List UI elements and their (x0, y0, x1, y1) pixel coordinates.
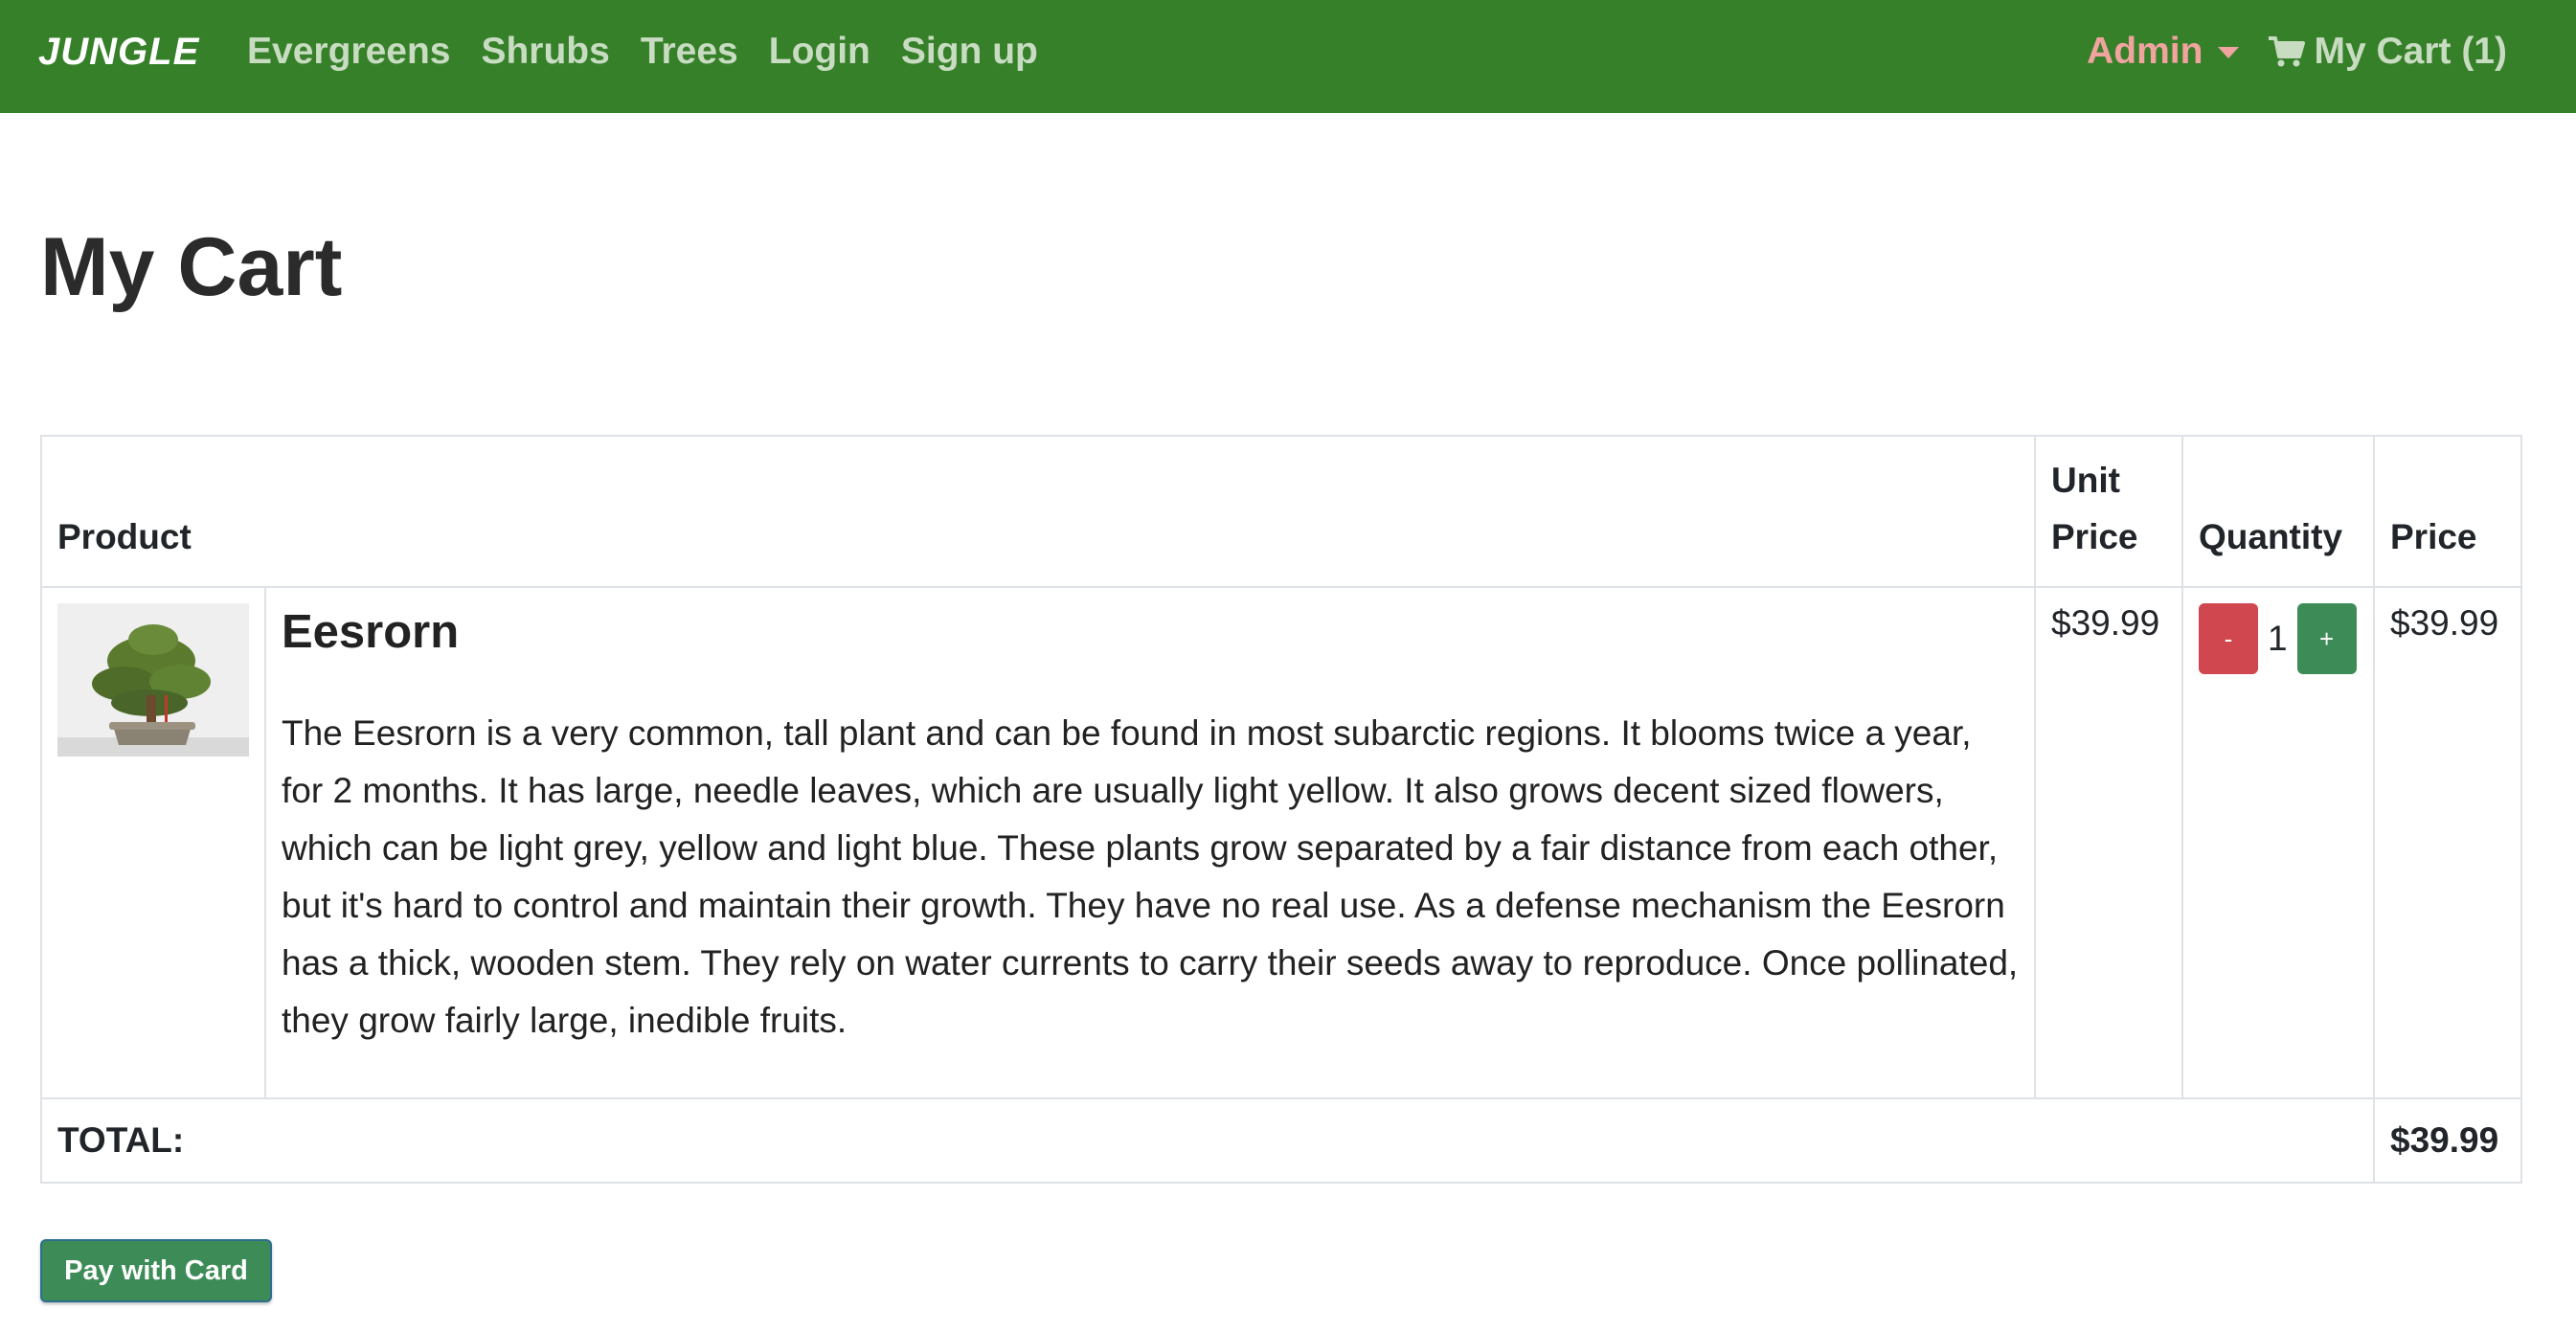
decrease-quantity-button[interactable]: - (2199, 603, 2258, 675)
nav-link-signup[interactable]: Sign up (901, 31, 1038, 73)
total-value: $39.99 (2373, 1097, 2522, 1185)
increase-quantity-button[interactable]: + (2296, 603, 2357, 675)
admin-dropdown[interactable]: Admin (2087, 31, 2240, 73)
header-quantity: Quantity (2181, 434, 2375, 589)
nav-right: Admin My Cart (1) (2087, 31, 2507, 73)
navbar: JUNGLE Evergreens Shrubs Trees Login Sig… (0, 0, 2576, 113)
my-cart-link[interactable]: My Cart (1) (2268, 31, 2507, 73)
product-description: The Eesrorn is a very common, tall plant… (282, 713, 2019, 1041)
caret-down-icon (2218, 47, 2240, 58)
my-cart-label: My Cart (1) (2314, 31, 2507, 72)
shopping-cart-icon (2268, 35, 2306, 68)
product-image-cell (40, 586, 266, 1100)
nav-links: Evergreens Shrubs Trees Login Sign up (247, 31, 1038, 73)
pay-with-card-button[interactable]: Pay with Card (40, 1239, 272, 1302)
admin-label: Admin (2087, 31, 2203, 72)
nav-link-trees[interactable]: Trees (641, 31, 738, 73)
header-price: Price (2373, 434, 2522, 589)
nav-link-login[interactable]: Login (769, 31, 870, 73)
header-unit-price-line2: Price (2051, 517, 2138, 557)
total-label: TOTAL: (40, 1097, 2375, 1185)
quantity-stepper: - 1 + (2199, 603, 2358, 675)
table-row: Eesrorn The Eesrorn is a very common, ta… (40, 586, 2522, 1100)
nav-link-shrubs[interactable]: Shrubs (481, 31, 609, 73)
page-title: My Cart (40, 221, 343, 313)
total-row: TOTAL: $39.99 (40, 1097, 2522, 1185)
quantity-cell: - 1 + (2181, 586, 2375, 1100)
header-unit-price-line1: Unit (2051, 461, 2120, 500)
bonsai-tree-image (57, 603, 249, 757)
unit-price-cell: $39.99 (2034, 586, 2183, 1100)
product-name: Eesrorn (282, 606, 460, 659)
header-product: Product (40, 434, 2036, 589)
table-header-row: Product Unit Price Quantity Price (40, 434, 2522, 589)
cart-table: Product Unit Price Quantity Price Eesror… (40, 434, 2522, 1185)
header-unit-price: Unit Price (2034, 434, 2183, 589)
quantity-value: 1 (2268, 619, 2288, 659)
line-price-cell: $39.99 (2373, 586, 2522, 1100)
nav-link-evergreens[interactable]: Evergreens (247, 31, 450, 73)
brand-logo[interactable]: JUNGLE (38, 31, 199, 74)
product-details-cell: Eesrorn The Eesrorn is a very common, ta… (264, 586, 2036, 1100)
